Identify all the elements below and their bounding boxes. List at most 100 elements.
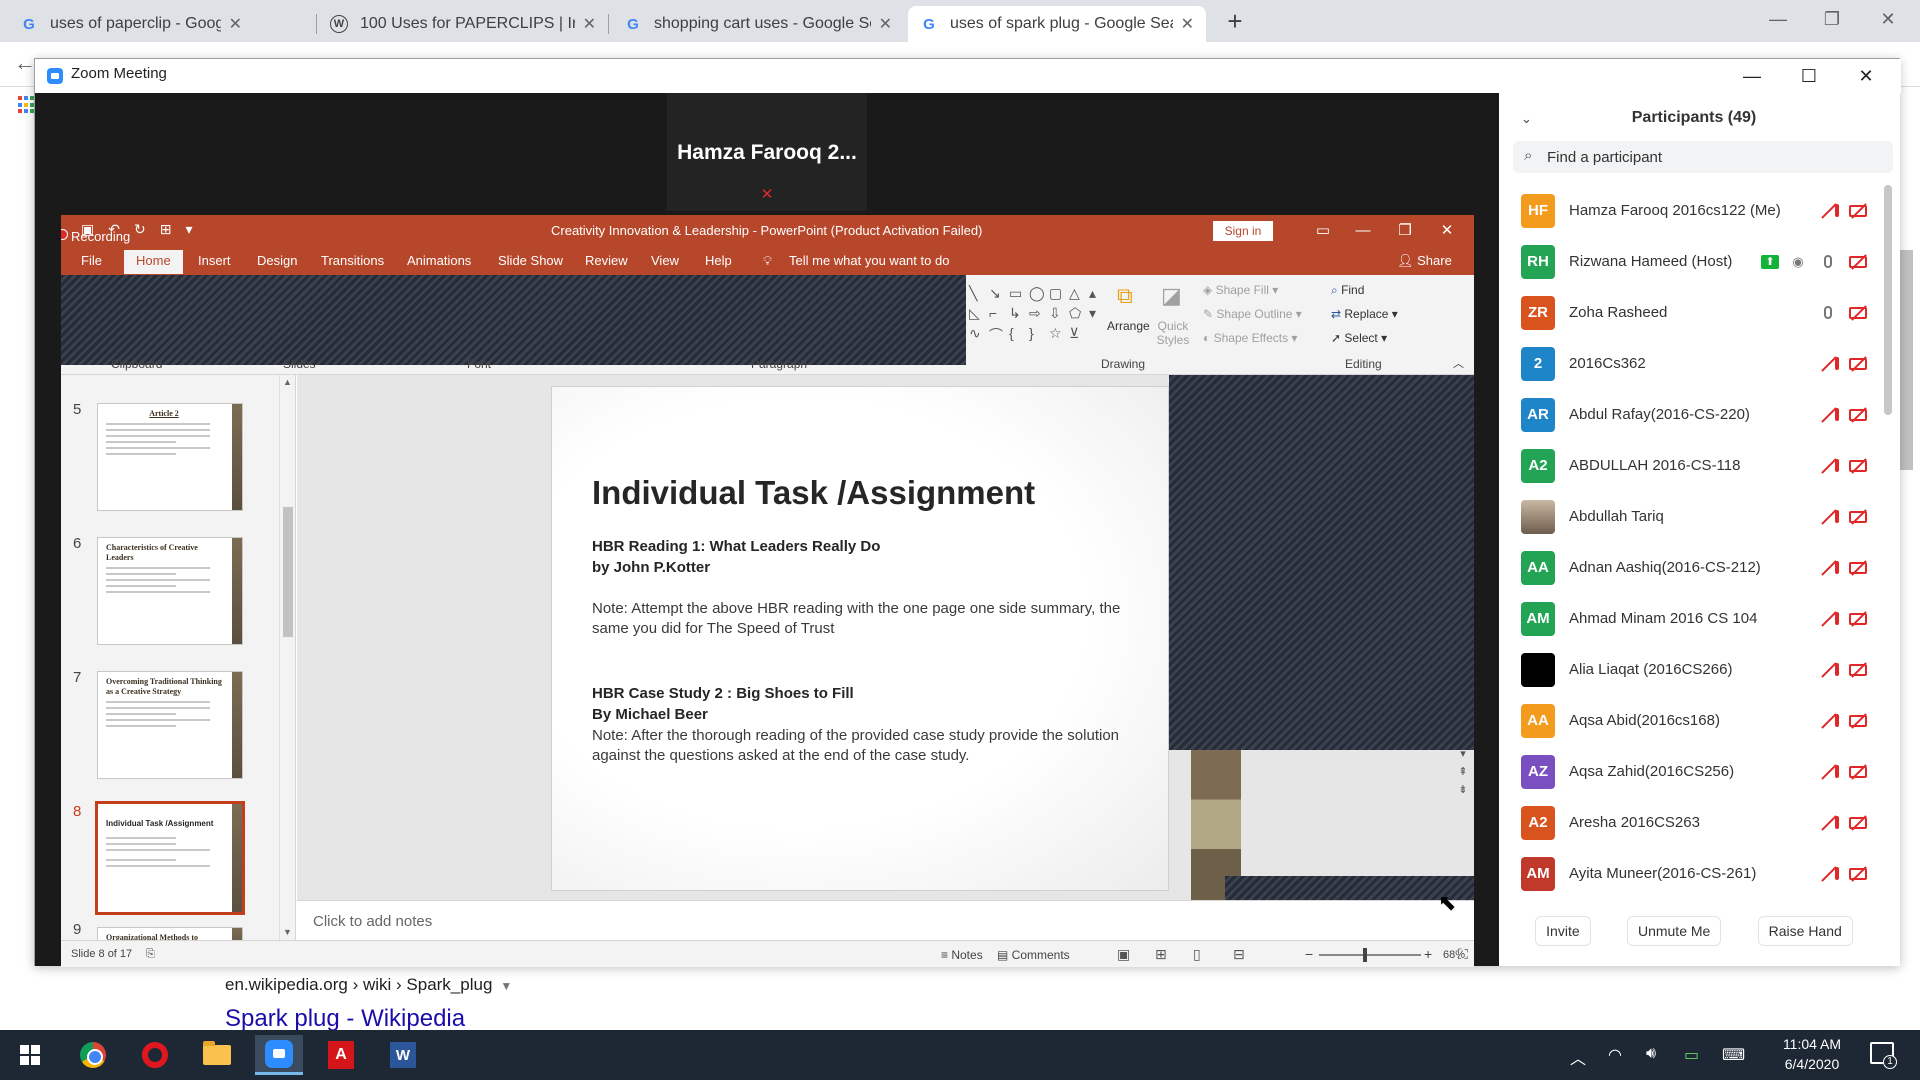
video-off-icon[interactable] bbox=[1847, 251, 1869, 273]
mic-muted-icon[interactable] bbox=[1817, 353, 1839, 375]
close-icon[interactable]: ✕ bbox=[583, 14, 596, 34]
slide-thumbnail-active[interactable]: Individual Task /Assignment bbox=[95, 801, 245, 915]
notes-toggle[interactable]: ≡ Notes bbox=[941, 948, 983, 962]
case-study-author[interactable]: By Michael Beer bbox=[592, 705, 1152, 725]
down-arrow-icon[interactable]: ⇩ bbox=[1049, 305, 1069, 325]
video-off-icon[interactable] bbox=[1847, 608, 1869, 630]
close-icon[interactable]: ✕ bbox=[1181, 14, 1194, 34]
battery-icon[interactable]: ▭ bbox=[1684, 1045, 1699, 1065]
zoom-out-icon[interactable]: − bbox=[1305, 946, 1313, 962]
bracket-icon[interactable]: { bbox=[1009, 325, 1029, 345]
reading-view-icon[interactable]: ▯ bbox=[1193, 946, 1201, 963]
tell-me-search[interactable]: Tell me what you want to do bbox=[789, 253, 949, 268]
minimize-icon[interactable]: — bbox=[1758, 4, 1798, 34]
tab-insert[interactable]: Insert bbox=[198, 253, 231, 268]
maximize-icon[interactable]: ☐ bbox=[1786, 61, 1832, 91]
notes-pane[interactable]: Click to add notes bbox=[297, 900, 1474, 940]
normal-view-icon[interactable]: ▣ bbox=[1117, 946, 1130, 963]
close-icon[interactable]: ✕ bbox=[229, 14, 242, 34]
participant-row[interactable]: Abdullah Tariq bbox=[1499, 491, 1879, 542]
scroll-up-icon[interactable]: ▴ bbox=[1089, 285, 1109, 305]
chrome-taskbar-button[interactable] bbox=[69, 1035, 117, 1075]
tab-slide-show[interactable]: Slide Show bbox=[498, 253, 563, 268]
slideshow-view-icon[interactable]: ⊟ bbox=[1233, 946, 1245, 963]
search-result-link[interactable]: Spark plug - Wikipedia bbox=[225, 1005, 465, 1033]
video-off-icon[interactable] bbox=[1847, 557, 1869, 579]
video-off-icon[interactable] bbox=[1847, 710, 1869, 732]
triangle-icon[interactable]: △ bbox=[1069, 285, 1089, 305]
participant-row[interactable]: AM Ayita Muneer(2016-CS-261) bbox=[1499, 848, 1879, 895]
thumbnail-scrollbar[interactable]: ▲ ▼ bbox=[279, 375, 295, 940]
minimize-icon[interactable]: — bbox=[1343, 219, 1383, 243]
participant-row[interactable]: RH Rizwana Hameed (Host) ⬆ ◉ bbox=[1499, 236, 1879, 287]
tab-view[interactable]: View bbox=[651, 253, 679, 268]
rectangle-icon[interactable]: ▭ bbox=[1009, 285, 1029, 305]
arrange-button[interactable]: Arrange bbox=[1107, 319, 1150, 333]
scroll-up-icon[interactable]: ▲ bbox=[283, 377, 292, 387]
mic-muted-icon[interactable] bbox=[1817, 200, 1839, 222]
tab-home[interactable]: Home bbox=[124, 250, 183, 274]
sign-in-button[interactable]: Sign in bbox=[1213, 221, 1273, 241]
tab-file[interactable]: File bbox=[81, 253, 102, 268]
share-button[interactable]: 👤︎ Share bbox=[1397, 253, 1452, 269]
minimize-icon[interactable]: — bbox=[1729, 61, 1775, 91]
star-icon[interactable]: ☆ bbox=[1049, 325, 1069, 345]
video-off-icon[interactable] bbox=[1847, 302, 1869, 324]
close-icon[interactable]: ✕ bbox=[879, 14, 892, 34]
participant-row[interactable]: A2 Aresha 2016CS263 bbox=[1499, 797, 1879, 848]
mic-muted-icon[interactable] bbox=[1817, 863, 1839, 885]
zoom-taskbar-button[interactable] bbox=[255, 1035, 303, 1075]
word-taskbar-button[interactable]: W bbox=[379, 1035, 427, 1075]
participant-row[interactable]: AR Abdul Rafay(2016-CS-220) bbox=[1499, 389, 1879, 440]
wifi-icon[interactable]: ◠ bbox=[1608, 1045, 1622, 1065]
participant-row[interactable]: Alia Liaqat (2016CS266) bbox=[1499, 644, 1879, 695]
zoom-slider[interactable] bbox=[1319, 948, 1421, 962]
participant-row[interactable]: AZ Aqsa Zahid(2016CS256) bbox=[1499, 746, 1879, 797]
participant-row[interactable]: AM Ahmad Minam 2016 CS 104 bbox=[1499, 593, 1879, 644]
restore-icon[interactable]: ❐ bbox=[1812, 4, 1852, 34]
raise-hand-button[interactable]: Raise Hand bbox=[1757, 916, 1853, 946]
participant-row[interactable]: 2 2016Cs362 bbox=[1499, 338, 1879, 389]
quick-styles-button[interactable]: Quick Styles bbox=[1153, 319, 1193, 347]
restore-icon[interactable]: ❐ bbox=[1385, 219, 1425, 243]
file-explorer-taskbar-button[interactable] bbox=[193, 1035, 241, 1075]
mic-icon[interactable] bbox=[1817, 251, 1839, 273]
browser-tab-3[interactable]: G shopping cart uses - Google Search ✕ bbox=[612, 6, 904, 42]
reading-note[interactable]: Note: Attempt the above HBR reading with… bbox=[592, 599, 1152, 639]
close-icon[interactable]: ✕ bbox=[1868, 4, 1908, 34]
mic-icon[interactable] bbox=[1817, 302, 1839, 324]
page-scrollbar[interactable] bbox=[1900, 250, 1913, 470]
tab-help[interactable]: Help bbox=[705, 253, 732, 268]
ribbon-display-icon[interactable]: ▭ bbox=[1303, 219, 1343, 243]
select-button[interactable]: ➚ Select ▾ bbox=[1331, 331, 1387, 345]
arc-icon[interactable]: ⌒ bbox=[989, 325, 1009, 345]
video-off-icon[interactable] bbox=[1847, 863, 1869, 885]
reading-heading[interactable]: HBR Reading 1: What Leaders Really Do bbox=[592, 537, 1152, 557]
scrollbar-thumb[interactable] bbox=[283, 507, 293, 637]
participant-row[interactable]: ZR Zoha Rasheed bbox=[1499, 287, 1879, 338]
video-off-icon[interactable] bbox=[1847, 200, 1869, 222]
line-icon[interactable]: ╲ bbox=[969, 285, 989, 305]
find-button[interactable]: ⌕ Find bbox=[1331, 283, 1364, 298]
unmute-me-button[interactable]: Unmute Me bbox=[1626, 916, 1722, 946]
pentagon-icon[interactable]: ⬠ bbox=[1069, 305, 1089, 325]
browser-tab-1[interactable]: G uses of paperclip - Google Search ✕ bbox=[8, 6, 254, 42]
notes-placeholder[interactable]: Click to add notes bbox=[313, 913, 432, 930]
right-arrow-icon[interactable]: ⇨ bbox=[1029, 305, 1049, 325]
video-off-icon[interactable] bbox=[1847, 404, 1869, 426]
mic-muted-icon[interactable] bbox=[1817, 812, 1839, 834]
video-off-icon[interactable] bbox=[1847, 659, 1869, 681]
scroll-down-icon[interactable]: ▼ bbox=[283, 927, 292, 937]
tab-animations[interactable]: Animations bbox=[407, 253, 471, 268]
oval-icon[interactable]: ◯ bbox=[1029, 285, 1049, 305]
case-study-heading[interactable]: HBR Case Study 2 : Big Shoes to Fill bbox=[592, 684, 1152, 704]
participant-row[interactable]: AA Adnan Aashiq(2016-CS-212) bbox=[1499, 542, 1879, 593]
back-arrow-icon[interactable]: ← bbox=[14, 50, 36, 76]
elbow-arrow-icon[interactable]: ↳ bbox=[1009, 305, 1029, 325]
find-participant-input[interactable] bbox=[1513, 141, 1893, 173]
previous-slide-icon[interactable]: ⇞ bbox=[1454, 763, 1472, 781]
shapes-gallery[interactable]: ╲ ↘ ▭ ◯ ▢ △ ▴ ◺ ⌐ ↳ ⇨ ⇩ ⬠ ▾ ∿ ⌒{} ☆ ⊻ bbox=[969, 285, 1109, 345]
volume-icon[interactable]: 🔊︎ bbox=[1646, 1045, 1656, 1063]
video-off-icon[interactable] bbox=[1847, 353, 1869, 375]
search-result-breadcrumb[interactable]: en.wikipedia.org › wiki › Spark_plug ▼ bbox=[225, 975, 512, 995]
